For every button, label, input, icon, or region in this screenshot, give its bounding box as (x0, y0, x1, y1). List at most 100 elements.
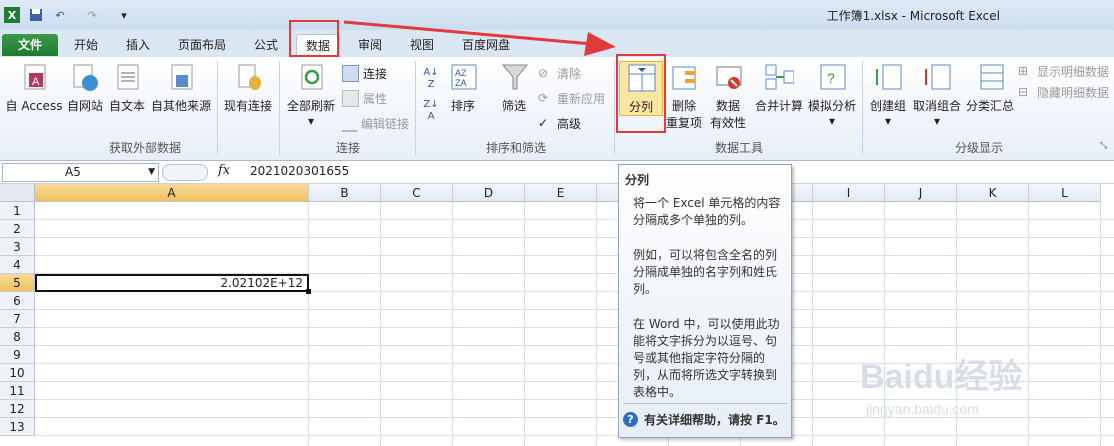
refresh-icon (301, 64, 323, 90)
data-tab-highlight (289, 20, 339, 57)
svg-text:?: ? (827, 70, 835, 86)
column-header-l[interactable]: L (1029, 184, 1101, 202)
what-if-dropdown-icon[interactable]: ▾ (806, 114, 858, 128)
subtotal-button[interactable]: 分类汇总 (964, 61, 1016, 114)
tooltip-para-3: 在 Word 中，可以使用此功能将文字拆分为以逗号、句号或其他指定字符分隔的列，… (633, 317, 780, 399)
group-icon (876, 64, 902, 90)
properties-button[interactable]: 属性 (342, 90, 387, 107)
svg-text:A: A (32, 76, 40, 88)
tooltip-para-2: 例如，可以将包含全名的列分隔成单独的名字列和姓氏列。 (633, 248, 778, 296)
fill-handle[interactable] (306, 289, 311, 294)
name-box[interactable]: A5 ▼ (2, 163, 159, 182)
insert-function-icon[interactable]: fx (218, 163, 230, 178)
remove-duplicates-button[interactable]: 删除 重复项 (664, 61, 704, 131)
sort-az-icon: A↓ Z (423, 67, 439, 90)
svg-text:jingyan.baidu.com: jingyan.baidu.com (865, 401, 979, 417)
row-header-8[interactable]: 8 (0, 328, 35, 346)
refresh-all-button[interactable]: 全部刷新 ▾ (283, 61, 339, 128)
baidu-watermark-logo: Baidu经验 jingyan.baidu.com (860, 357, 1022, 417)
from-web-button[interactable]: 自网站 (64, 61, 106, 114)
tab-page-layout[interactable]: 页面布局 (170, 34, 234, 56)
group-button[interactable]: 创建组 ▾ (866, 61, 910, 128)
ungroup-icon (925, 64, 951, 90)
from-text-button[interactable]: 自文本 (106, 61, 148, 114)
from-access-button[interactable]: A 自 Access (4, 61, 64, 114)
clear-filter-button[interactable]: ⊘ 清除 (538, 65, 581, 82)
group-connections: 连接 (335, 141, 360, 155)
connections-button[interactable]: 连接 (342, 65, 387, 82)
dialog-launcher-icon[interactable]: ⤡ (1100, 141, 1107, 151)
column-header-b[interactable]: B (309, 184, 381, 202)
column-header-j[interactable]: J (885, 184, 957, 202)
svg-text:AZ: AZ (455, 68, 467, 78)
ribbon: A 自 Access 自网站 自文本 自其他来源 现有连接 获取外部数据 全部刷… (0, 54, 1114, 161)
links-icon (342, 115, 357, 132)
sort-icon: AZZA (451, 64, 477, 90)
filter-button[interactable]: 筛选 (496, 61, 532, 114)
column-header-a[interactable]: A (35, 184, 309, 202)
reapply-button[interactable]: ⟳ 重新应用 (538, 90, 605, 107)
group-sort-filter: 排序和筛选 (485, 141, 546, 155)
svg-text:ZA: ZA (455, 78, 467, 88)
group-data-tools: 数据工具 (714, 141, 763, 155)
tab-formulas[interactable]: 公式 (246, 34, 286, 56)
ungroup-dropdown-icon[interactable]: ▾ (912, 114, 962, 128)
row-header-13[interactable]: 13 (0, 418, 35, 436)
column-header-i[interactable]: I (813, 184, 885, 202)
row-header-1[interactable]: 1 (0, 202, 35, 220)
tab-file[interactable]: 文件 (2, 34, 58, 56)
sort-button[interactable]: AZ ZA 排序 (446, 61, 480, 114)
edit-links-button[interactable]: 编辑链接 (342, 115, 409, 132)
row-header-5[interactable]: 5 (0, 274, 35, 292)
column-header-c[interactable]: C (381, 184, 453, 202)
row-header-9[interactable]: 9 (0, 346, 35, 364)
advanced-filter-button[interactable]: ✓ 高级 (538, 115, 581, 132)
data-validation-button[interactable]: 数据 有效性 (706, 61, 750, 131)
row-header-2[interactable]: 2 (0, 220, 35, 238)
column-header-k[interactable]: K (957, 184, 1029, 202)
clear-filter-icon: ⊘ (538, 66, 549, 80)
sort-ascending-button[interactable]: A↓ Z (419, 67, 443, 91)
formula-bar: A5 ▼ fx 2021020301655 (0, 161, 1114, 184)
tooltip-para-1: 将一个 Excel 单元格的内容分隔成多个单独的列。 (633, 196, 781, 227)
consolidate-button[interactable]: 合并计算 (753, 61, 805, 114)
text-to-columns-tooltip: 分列 将一个 Excel 单元格的内容分隔成多个单独的列。 例如，可以将包含全名… (618, 164, 792, 438)
show-detail-button[interactable]: ⊞ 显示明细数据 (1018, 63, 1109, 80)
what-if-analysis-button[interactable]: ? 模拟分析 ▾ (806, 61, 858, 128)
properties-icon (342, 90, 359, 107)
row-header-7[interactable]: 7 (0, 310, 35, 328)
name-box-dropdown-icon[interactable]: ▼ (148, 164, 155, 181)
row-header-3[interactable]: 3 (0, 238, 35, 256)
column-header-d[interactable]: D (453, 184, 525, 202)
formula-input[interactable]: 2021020301655 (250, 164, 349, 178)
select-all-corner[interactable] (0, 184, 35, 202)
tab-insert[interactable]: 插入 (118, 34, 158, 56)
refresh-all-dropdown-icon[interactable]: ▾ (283, 114, 339, 128)
group-outline: 分级显示 (954, 141, 1003, 155)
row-header-4[interactable]: 4 (0, 256, 35, 274)
what-if-analysis-icon: ? (820, 64, 846, 90)
formula-bar-resize-handle[interactable] (162, 164, 208, 181)
web-globe-icon (73, 64, 98, 91)
other-sources-icon (171, 64, 193, 90)
show-detail-icon: ⊞ (1018, 64, 1029, 78)
hide-detail-button[interactable]: ⊟ 隐藏明细数据 (1018, 84, 1109, 101)
cell-a5[interactable]: 2.02102E+12 (35, 274, 311, 294)
sort-descending-button[interactable]: Z↓ A (419, 99, 443, 123)
ungroup-button[interactable]: 取消组合 ▾ (912, 61, 962, 128)
advanced-filter-icon: ✓ (538, 116, 549, 130)
data-validation-icon (716, 66, 742, 89)
sort-za-icon: Z↓ A (423, 99, 439, 122)
hide-detail-icon: ⊟ (1018, 85, 1029, 99)
row-header-11[interactable]: 11 (0, 382, 35, 400)
row-header-10[interactable]: 10 (0, 364, 35, 382)
column-header-e[interactable]: E (525, 184, 597, 202)
cell-a5-value: 2.02102E+12 (220, 276, 303, 290)
group-dropdown-icon[interactable]: ▾ (866, 114, 910, 128)
existing-connections-button[interactable]: 现有连接 (220, 61, 276, 114)
tab-home[interactable]: 开始 (66, 34, 106, 56)
row-header-12[interactable]: 12 (0, 400, 35, 418)
row-header-6[interactable]: 6 (0, 292, 35, 310)
from-other-sources-button[interactable]: 自其他来源 (148, 61, 214, 114)
tooltip-help: ? 有关详细帮助，请按 F1。 (623, 411, 785, 428)
